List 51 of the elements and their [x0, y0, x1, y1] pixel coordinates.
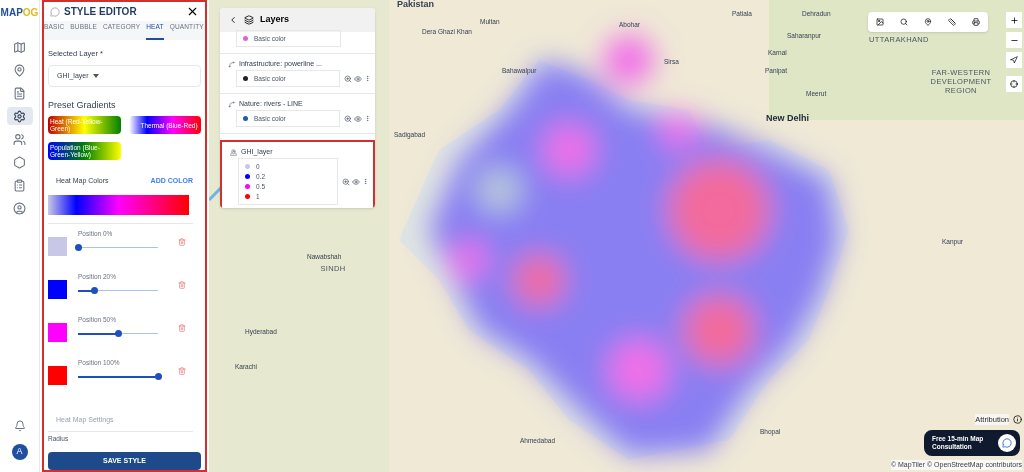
- heat-spot: [451, 242, 487, 278]
- slider-fill: [78, 333, 118, 336]
- compass-icon: [1010, 56, 1018, 64]
- heat-spot: [604, 35, 654, 85]
- locate-button[interactable]: [1006, 76, 1022, 92]
- panel-title: Layers: [260, 13, 290, 27]
- zoom-icon[interactable]: [342, 177, 350, 186]
- pin-icon: [230, 148, 237, 156]
- slider-thumb[interactable]: [115, 330, 122, 338]
- chat-icon: [998, 434, 1016, 452]
- place-label: New Delhi: [766, 112, 809, 125]
- pin-icon[interactable]: [924, 18, 932, 26]
- user-avatar[interactable]: A: [11, 444, 28, 460]
- panel-title: STYLE EDITOR: [64, 5, 137, 20]
- heat-spot: [609, 340, 669, 400]
- color-swatch[interactable]: [48, 279, 67, 299]
- ruler-icon[interactable]: [948, 18, 956, 26]
- heat-spot: [477, 168, 521, 212]
- eye-icon[interactable]: [352, 177, 360, 186]
- search-icon[interactable]: [900, 18, 908, 26]
- logo: MAPOG: [0, 8, 39, 18]
- back-icon[interactable]: [228, 15, 238, 25]
- zoom-icon[interactable]: [344, 114, 352, 123]
- locate-icon: [1010, 80, 1018, 88]
- compass-button[interactable]: [1006, 52, 1022, 68]
- zoom-in-button[interactable]: [1006, 12, 1022, 28]
- slider-thumb[interactable]: [91, 287, 98, 295]
- line-icon: [228, 60, 235, 68]
- caret-icon: [92, 73, 99, 78]
- eye-icon[interactable]: [354, 114, 362, 123]
- gear-icon[interactable]: [6, 107, 33, 125]
- eye-icon[interactable]: [354, 74, 362, 83]
- color-swatch[interactable]: [48, 236, 67, 256]
- color-swatch[interactable]: [48, 322, 67, 342]
- heat-spot: [684, 295, 754, 365]
- plus-icon: [1009, 15, 1019, 25]
- heat-spot: [661, 112, 697, 148]
- slider-thumb[interactable]: [75, 244, 82, 252]
- zoom-icon[interactable]: [344, 74, 352, 83]
- section-title: Preset Gradients: [48, 98, 117, 112]
- color-swatch[interactable]: [48, 365, 67, 385]
- print-icon[interactable]: [972, 18, 980, 26]
- slider-thumb[interactable]: [155, 373, 162, 381]
- bell-icon[interactable]: [13, 420, 26, 432]
- heat-spot: [514, 255, 564, 305]
- image-icon[interactable]: [876, 18, 884, 26]
- line-icon: [228, 100, 235, 108]
- info-icon[interactable]: [1013, 415, 1022, 425]
- place-label: Pakistan: [397, 0, 435, 11]
- heat-spot: [544, 125, 594, 175]
- layers-icon: [244, 15, 254, 25]
